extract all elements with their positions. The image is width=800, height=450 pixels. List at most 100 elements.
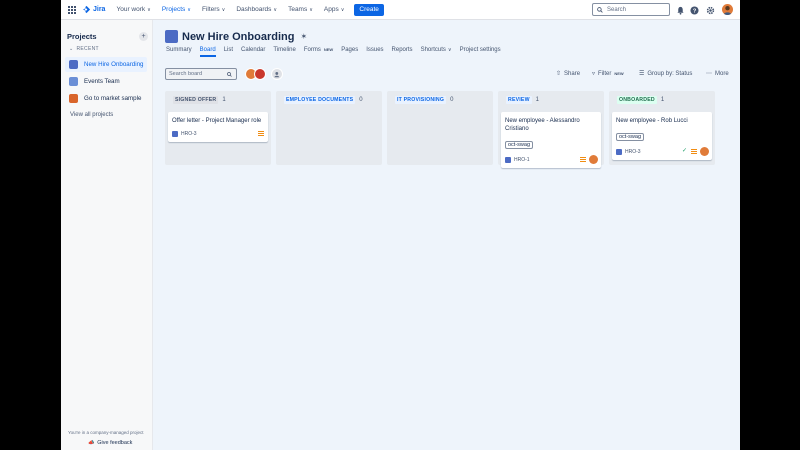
project-tab[interactable]: Calendar [241, 47, 265, 59]
help-icon[interactable]: ? [689, 5, 699, 15]
jira-mark-icon [82, 5, 91, 14]
give-feedback-link[interactable]: 📣 Give feedback [88, 440, 132, 446]
project-tab[interactable]: Project settings [460, 47, 501, 59]
top-navigation: Jira Your work ∨ Projects ∨ Filters ∨ Dashboar… [61, 0, 740, 20]
story-icon [172, 130, 178, 137]
chevron-down-icon: ∨ [340, 6, 345, 13]
project-tab[interactable]: Shortcuts ∨ [421, 47, 452, 59]
user-avatar[interactable] [254, 68, 266, 80]
card-footer: HRO-3 ✓ [616, 147, 709, 156]
nav-item[interactable]: Your work ∨ [116, 6, 150, 13]
nav-item-label: Apps [323, 6, 339, 13]
settings-icon[interactable] [705, 5, 715, 15]
new-badge: NEW [323, 47, 334, 52]
board-column: IT PROVISIONING 0 [387, 91, 493, 165]
megaphone-icon: 📣 [88, 440, 95, 446]
board-search-input[interactable]: Search board [165, 68, 237, 80]
assignee-avatar[interactable] [700, 147, 709, 156]
sidebar-project-label: Events Team [84, 78, 120, 85]
project-header: New Hire Onboarding ✶ [165, 30, 307, 43]
sidebar-project-item[interactable]: Go to market sample [65, 91, 147, 106]
chevron-down-icon: ∨ [447, 47, 452, 53]
chevron-down-icon: ∨ [221, 6, 226, 13]
project-avatar-icon [69, 60, 78, 69]
issue-card[interactable]: New employee - Alessandro Cristiano oct-s… [501, 112, 601, 168]
filter-icon: ▿ [592, 71, 596, 77]
project-tabs: Summary Board List Calendar Timeline Forms NEW… [166, 47, 509, 59]
issue-key[interactable]: HRO-3 [181, 131, 197, 137]
nav-item-label: Your work [116, 6, 146, 13]
project-sidebar: Projects + ⌄ RECENT New Hire Onboarding Ev… [61, 20, 153, 450]
nav-item[interactable]: Apps ∨ [324, 6, 345, 13]
nav-item-label: Projects [161, 6, 186, 13]
app-switcher-icon[interactable] [68, 5, 76, 14]
create-button[interactable]: Create [354, 3, 384, 16]
add-project-button[interactable]: + [139, 32, 148, 41]
project-tab[interactable]: Timeline [273, 47, 295, 59]
sidebar-project-item[interactable]: Events Team [65, 74, 147, 89]
project-tab-label: Calendar [241, 47, 266, 53]
column-title: IT PROVISIONING [395, 96, 447, 104]
nav-item[interactable]: Projects ∨ [162, 6, 191, 13]
issue-card[interactable]: New employee - Rob Lucci oct-swag HRO-3 ✓ [612, 112, 712, 160]
project-tab-label: Issues [366, 47, 384, 53]
jira-window: Jira Your work ∨ Projects ∨ Filters ∨ Dashboar… [61, 0, 740, 450]
column-header: REVIEW 1 [506, 96, 539, 104]
column-header: IT PROVISIONING 0 [395, 96, 453, 104]
column-count: 1 [535, 97, 540, 103]
project-tab-label: Summary [166, 47, 192, 53]
nav-item[interactable]: Dashboards ∨ [236, 6, 277, 13]
project-tab-label: List [223, 47, 234, 53]
notifications-icon[interactable] [675, 5, 685, 15]
view-all-projects-link[interactable]: View all projects [70, 112, 113, 118]
more-button[interactable]: ⋯ More [706, 70, 729, 78]
jira-logo[interactable]: Jira [82, 5, 105, 14]
project-tab[interactable]: Board [199, 47, 216, 57]
profile-avatar[interactable] [722, 4, 733, 15]
project-tab[interactable]: Reports [392, 47, 413, 59]
column-title: SIGNED OFFER [173, 96, 219, 104]
app-name: Jira [93, 6, 106, 13]
group-by-button[interactable]: ☰ Group by: Status [639, 70, 692, 78]
project-tab[interactable]: Summary [166, 47, 192, 59]
chevron-down-icon: ∨ [309, 6, 313, 13]
nav-item-label: Teams [288, 6, 308, 13]
issue-key[interactable]: HRO-3 [625, 149, 641, 155]
assignee-avatar[interactable] [589, 155, 598, 164]
issue-card[interactable]: Offer letter - Project Manager role HRO-3 [168, 112, 268, 142]
project-tab-label: Project settings [459, 47, 501, 53]
pin-icon[interactable]: ✶ [300, 32, 307, 41]
sidebar-project-label: Go to market sample [84, 95, 142, 102]
column-count: 1 [222, 97, 226, 103]
nav-item-label: Dashboards [236, 6, 272, 13]
project-tab[interactable]: Forms NEW [304, 47, 333, 59]
project-tab-label: Timeline [273, 47, 296, 53]
board-column: EMPLOYEE DOCUMENTS 0 [276, 91, 382, 165]
sidebar-project-item[interactable]: New Hire Onboarding [65, 57, 147, 72]
column-title: EMPLOYEE DOCUMENTS [284, 96, 356, 104]
column-count: 0 [359, 97, 363, 103]
svg-text:?: ? [692, 8, 696, 14]
column-count: 0 [450, 97, 454, 103]
card-label[interactable]: oct-swag [505, 141, 534, 149]
project-tab[interactable]: Issues [366, 47, 383, 59]
share-button[interactable]: ⇧ Share [556, 70, 580, 78]
collapse-chevron-icon[interactable]: ⌄ [69, 46, 74, 52]
nav-item[interactable]: Filters ∨ [202, 6, 225, 13]
search-input[interactable]: Search [592, 3, 670, 16]
project-type-note: You're in a company-managed project [68, 430, 144, 435]
project-avatar-icon [69, 94, 78, 103]
project-tab-label: Board [199, 47, 216, 53]
filter-button[interactable]: ▿ Filter NEW [592, 70, 624, 78]
board-column: REVIEW 1 New employee - Alessandro Cristia… [498, 91, 604, 168]
project-tab[interactable]: Pages [341, 47, 358, 59]
nav-item[interactable]: Teams ∨ [288, 6, 313, 13]
issue-key[interactable]: HRO-1 [514, 157, 530, 163]
group-icon: ☰ [639, 71, 645, 77]
add-people-icon[interactable] [271, 68, 283, 80]
project-tab[interactable]: List [224, 47, 233, 59]
column-count: 1 [660, 97, 665, 103]
board-column: ONBOARDED 1 New employee - Rob Lucci oct-sw… [609, 91, 715, 165]
project-tab-label: Shortcuts [420, 47, 446, 53]
card-label[interactable]: oct-swag [616, 133, 645, 141]
